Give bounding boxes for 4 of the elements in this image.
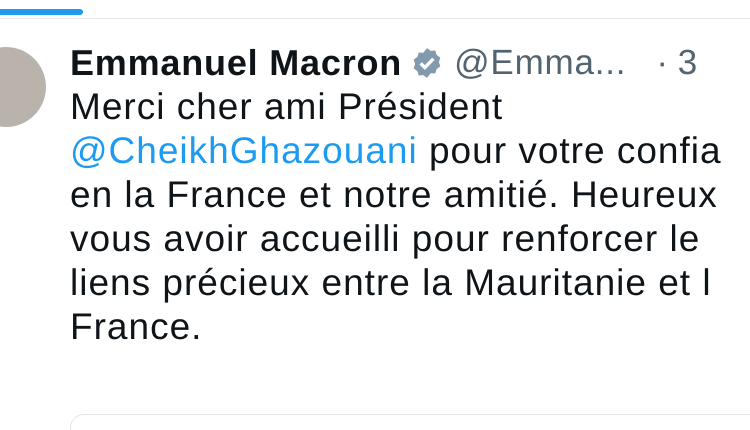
- tweet-text: Merci cher ami Président @CheikhGhazouani pour votre confia en la France et notre amitié. Heureux vous avoir accueilli pour renforcer le liens précieux entre la Mauritanie et l France.: [70, 85, 723, 349]
- author-name[interactable]: Emmanuel Macron: [70, 42, 402, 84]
- timestamp[interactable]: · 3: [656, 43, 698, 83]
- user-handle[interactable]: @Emma...: [454, 43, 626, 83]
